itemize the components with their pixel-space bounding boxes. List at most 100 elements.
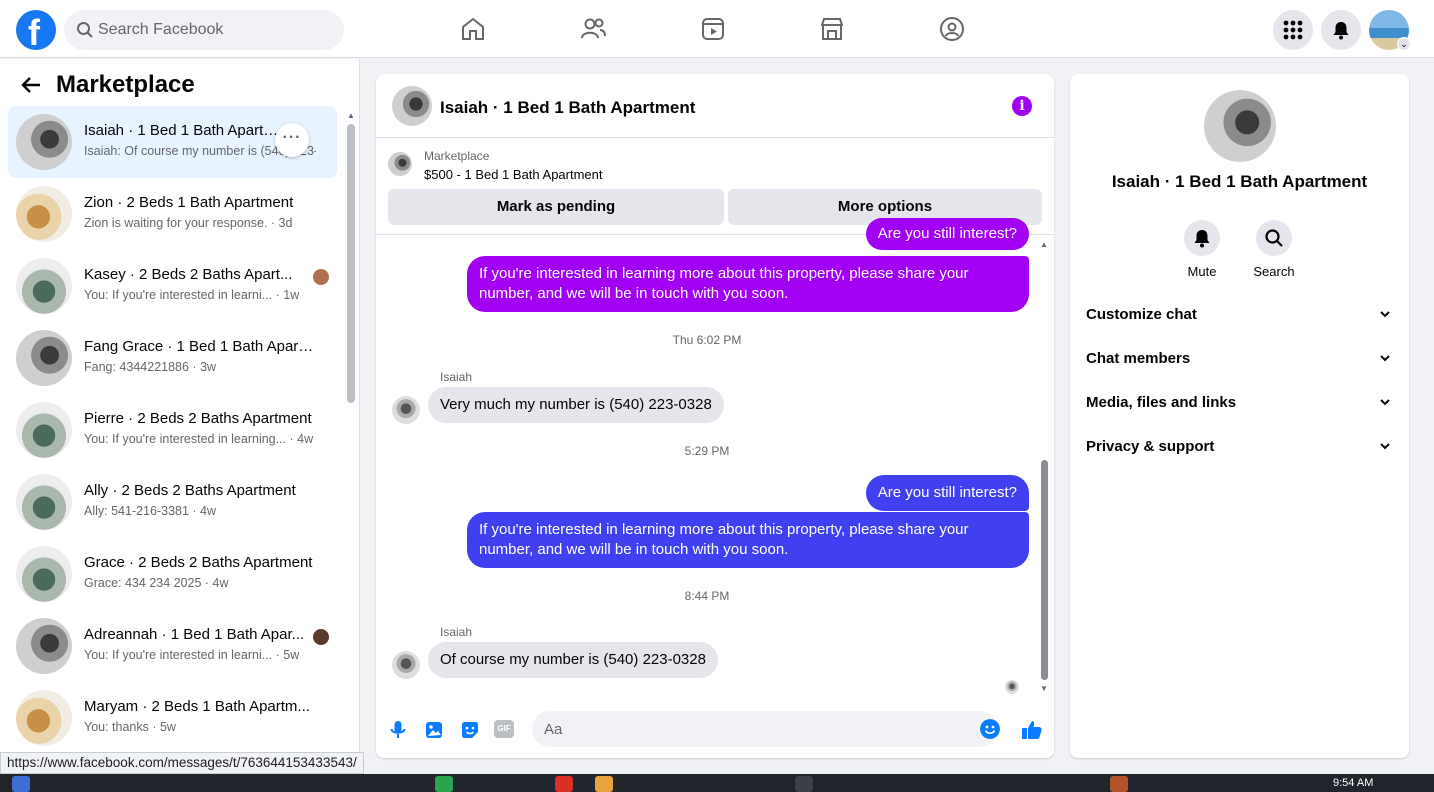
conversation-name: Zion · 2 Beds 1 Bath Apartment (84, 194, 294, 211)
conversation-snippet: You: If you're interested in learni... ·… (84, 648, 300, 662)
listing-thumbnail (16, 186, 72, 242)
seen-avatar (313, 269, 329, 285)
message-line: number, and we will be in touch with you… (479, 285, 789, 302)
outgoing-message[interactable]: If you're interested in learning more ab… (467, 512, 1029, 568)
conversation-item[interactable]: Ally · 2 Beds 2 Baths Apartment Ally: 54… (8, 466, 337, 538)
section-chat-members[interactable]: Chat members (1086, 345, 1393, 373)
conversation-item[interactable]: Isaiah · 1 Bed 1 Bath Apartment Isaiah: … (8, 106, 337, 178)
account-chevron-icon[interactable]: ⌄ (1397, 37, 1411, 51)
incoming-message[interactable]: Of course my number is (540) 223-0328 (428, 642, 718, 678)
timestamp: Thu 6:02 PM (672, 333, 742, 347)
thumbs-up-icon[interactable] (1020, 718, 1044, 742)
incoming-message[interactable]: Very much my number is (540) 223-0328 (428, 387, 724, 423)
conversation-snippet: Zion is waiting for your response. · 3d (84, 216, 293, 230)
home-icon[interactable] (458, 14, 488, 44)
message-line: If you're interested in learning more ab… (479, 521, 969, 538)
app-icon[interactable] (795, 776, 813, 792)
chat-scrollbar[interactable] (1041, 460, 1048, 680)
listing-thumbnail (16, 474, 72, 530)
sender-avatar[interactable] (392, 651, 420, 679)
conversation-snippet: You: If you're interested in learning...… (84, 432, 314, 446)
bell-icon (1333, 22, 1349, 40)
info-icon[interactable]: i (1012, 96, 1032, 116)
listing-category: Marketplace (424, 149, 490, 163)
message-input-box[interactable] (532, 711, 1000, 747)
listing-thumbnail (16, 330, 72, 386)
timestamp: 5:29 PM (684, 444, 730, 458)
chat-panel: Isaiah · 1 Bed 1 Bath Apartment i Market… (376, 74, 1054, 758)
gif-icon[interactable]: GIF (494, 720, 514, 738)
app-icon[interactable] (1110, 776, 1128, 792)
scroll-up-arrow-icon[interactable]: ▲ (347, 111, 355, 120)
section-media-files-links[interactable]: Media, files and links (1086, 389, 1393, 417)
chat-details-panel: Isaiah · 1 Bed 1 Bath Apartment Mute Sea… (1070, 74, 1409, 758)
conversation-name: Adreannah · 1 Bed 1 Bath Apar... (84, 626, 305, 643)
details-avatar[interactable] (1204, 90, 1276, 162)
sticker-icon[interactable] (458, 718, 482, 742)
sender-avatar[interactable] (392, 396, 420, 424)
back-arrow-icon[interactable] (20, 74, 42, 96)
outgoing-message[interactable]: Are you still interest? (865, 475, 1029, 511)
details-name: Isaiah · 1 Bed 1 Bath Apartment (1111, 172, 1368, 191)
listing-thumbnail (16, 258, 72, 314)
conversation-item[interactable]: Fang Grace · 1 Bed 1 Bath Apart... Fang:… (8, 322, 337, 394)
conversation-snippet: You: thanks · 5w (84, 720, 176, 734)
link-status-bar: https://www.facebook.com/messages/t/7636… (0, 752, 364, 774)
photo-icon[interactable] (422, 718, 446, 742)
message-thread: Are you still interest? If you're intere… (376, 218, 1054, 702)
app-icon[interactable] (555, 776, 573, 792)
sidebar-scrollbar[interactable] (347, 124, 355, 403)
microphone-icon[interactable] (386, 718, 410, 742)
conversation-item[interactable]: Adreannah · 1 Bed 1 Bath Apar... You: If… (8, 610, 337, 682)
app-icon[interactable] (595, 776, 613, 792)
conversation-name: Ally · 2 Beds 2 Baths Apartment (84, 482, 296, 499)
more-options-button[interactable]: ··· (275, 123, 309, 157)
conversation-name: Kasey · 2 Beds 2 Baths Apart... (84, 266, 293, 283)
menu-grid-icon (1283, 20, 1303, 40)
search-input[interactable] (98, 10, 334, 50)
message-composer: GIF (376, 706, 1054, 758)
conversation-item[interactable]: Zion · 2 Beds 1 Bath Apartment Zion is w… (8, 178, 337, 250)
sender-name: Isaiah (440, 370, 473, 384)
conversation-item[interactable]: Grace · 2 Beds 2 Baths Apartment Grace: … (8, 538, 337, 610)
section-label: Customize chat (1086, 306, 1197, 323)
start-icon[interactable] (12, 776, 30, 792)
chat-title[interactable]: Isaiah · 1 Bed 1 Bath Apartment (440, 98, 695, 118)
scroll-down-arrow-icon[interactable]: ▼ (1040, 684, 1048, 693)
section-customize-chat[interactable]: Customize chat (1086, 301, 1393, 329)
chevron-down-icon (1380, 399, 1390, 406)
groups-icon[interactable] (937, 14, 967, 44)
facebook-logo-glyph: f (28, 12, 40, 53)
listing-title[interactable]: $500 - 1 Bed 1 Bath Apartment (424, 167, 603, 182)
conversation-item[interactable]: Maryam · 2 Beds 1 Bath Apartm... You: th… (8, 682, 337, 754)
conversation-snippet: Ally: 541-216-3381 · 4w (84, 504, 217, 518)
mute-button[interactable]: Mute (1172, 220, 1232, 279)
listing-thumbnail (16, 114, 72, 170)
notifications-button[interactable] (1321, 10, 1361, 50)
mark-as-pending-button[interactable]: Mark as pending (388, 189, 724, 225)
app-icon[interactable] (435, 776, 453, 792)
menu-button[interactable] (1273, 10, 1313, 50)
scroll-up-arrow-icon[interactable]: ▲ (1040, 240, 1048, 249)
search-box[interactable] (64, 10, 344, 50)
outgoing-message[interactable]: Are you still interest? (865, 218, 1029, 250)
listing-thumbnail (16, 546, 72, 602)
chevron-down-icon (1380, 443, 1390, 450)
conversation-item[interactable]: Kasey · 2 Beds 2 Baths Apart... You: If … (8, 250, 337, 322)
search-conversation-button[interactable]: Search (1244, 220, 1304, 279)
chat-avatar[interactable] (392, 86, 432, 126)
message-input[interactable] (544, 711, 964, 747)
emoji-icon[interactable] (980, 719, 1000, 739)
search-label: Search (1253, 264, 1295, 279)
conversation-name: Pierre · 2 Beds 2 Baths Apartment (84, 410, 312, 427)
watch-icon[interactable] (698, 14, 728, 44)
outgoing-message[interactable]: If you're interested in learning more ab… (467, 256, 1029, 312)
conversation-item[interactable]: Pierre · 2 Beds 2 Baths Apartment You: I… (8, 394, 337, 466)
section-privacy-support[interactable]: Privacy & support (1086, 433, 1393, 461)
marketplace-icon[interactable] (817, 14, 847, 44)
facebook-logo[interactable]: f (16, 10, 56, 53)
friends-icon[interactable] (578, 14, 608, 44)
listing-thumbnail (16, 690, 72, 746)
conversation-snippet: Grace: 434 234 2025 · 4w (84, 576, 229, 590)
listing-thumbnail[interactable] (388, 152, 412, 176)
